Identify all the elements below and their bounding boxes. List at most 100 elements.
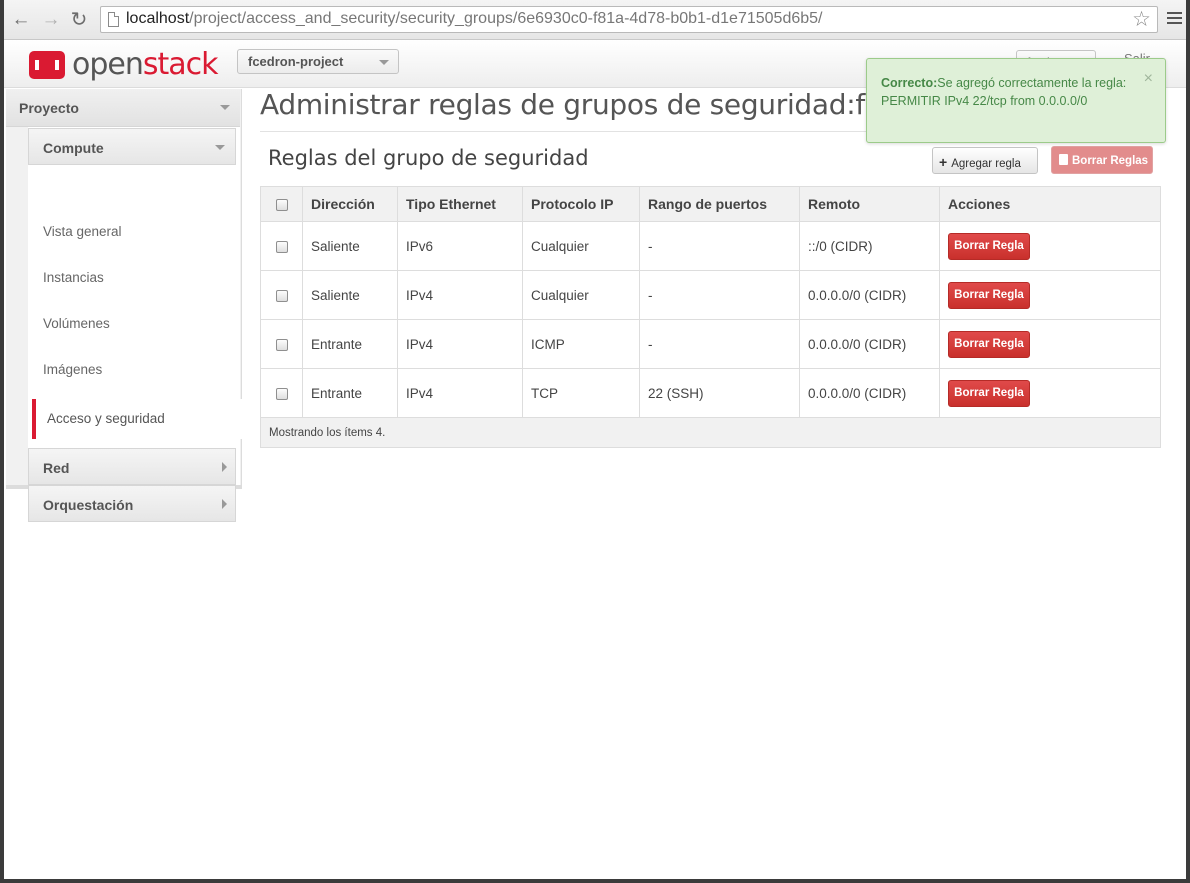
url-path: /project/access_and_security/security_gr… <box>189 10 823 27</box>
cell-direction: Entrante <box>302 319 398 369</box>
cell-actions: Borrar Regla <box>939 221 1161 271</box>
chevron-right-icon <box>222 499 227 509</box>
delete-rule-button[interactable]: Borrar Regla <box>948 232 1030 260</box>
column-header-rango-puertos[interactable]: Rango de puertos <box>639 186 800 222</box>
section-title: Reglas del grupo de seguridad <box>268 146 589 170</box>
cell-direction: Saliente <box>302 270 398 320</box>
cell-ethertype: IPv4 <box>397 368 523 418</box>
select-all-cell <box>260 186 303 222</box>
cell-remote: ::/0 (CIDR) <box>799 221 940 271</box>
sidebar-group-label: Compute <box>43 140 104 156</box>
cell-remote: 0.0.0.0/0 (CIDR) <box>799 368 940 418</box>
delete-rule-button[interactable]: Borrar Regla <box>948 330 1030 358</box>
column-header-protocolo[interactable]: Protocolo IP <box>522 186 640 222</box>
sidebar-item-vista-general[interactable]: Vista general <box>43 224 122 239</box>
openstack-logo-text[interactable]: openstack <box>72 47 219 82</box>
sidebar-section-label: Red <box>43 460 70 476</box>
sidebar-section-red[interactable]: Red <box>28 448 236 485</box>
chevron-right-icon <box>222 462 227 472</box>
page-icon <box>108 12 119 27</box>
browser-toolbar: ← → ↻ localhost/project/access_and_secur… <box>4 0 1186 40</box>
forward-arrow-icon[interactable]: → <box>40 9 62 31</box>
sidebar-item-volumenes[interactable]: Volúmenes <box>43 316 110 331</box>
chevron-down-icon <box>215 145 225 150</box>
add-rule-button[interactable]: + Agregar regla <box>932 147 1038 174</box>
delete-rules-button[interactable]: Borrar Reglas <box>1051 146 1153 174</box>
row-select-cell <box>260 270 303 320</box>
sidebar-panel-label: Proyecto <box>19 100 79 116</box>
cell-direction: Saliente <box>302 221 398 271</box>
page-title: Administrar reglas de grupos de segurida… <box>260 88 960 121</box>
row-select-cell <box>260 319 303 369</box>
cell-ethertype: IPv4 <box>397 270 523 320</box>
cell-remote: 0.0.0.0/0 (CIDR) <box>799 319 940 369</box>
cell-actions: Borrar Regla <box>939 368 1161 418</box>
sidebar-item-acceso-seguridad[interactable]: Acceso y seguridad <box>32 399 244 439</box>
column-header-acciones: Acciones <box>939 186 1161 222</box>
table-row: Entrante IPv4 ICMP - 0.0.0.0/0 (CIDR) Bo… <box>260 319 1161 369</box>
address-bar[interactable]: localhost/project/access_and_security/se… <box>100 6 1158 33</box>
cell-port-range: - <box>639 319 800 369</box>
bookmark-star-icon[interactable]: ☆ <box>1132 8 1151 32</box>
sidebar: Proyecto Compute Vista general Instancia… <box>6 89 244 522</box>
cell-protocol: Cualquier <box>522 270 640 320</box>
delete-rule-button[interactable]: Borrar Regla <box>948 379 1030 407</box>
success-alert: Correcto:Se agregó correctamente la regl… <box>866 58 1166 143</box>
openstack-logo-icon[interactable] <box>28 50 66 80</box>
select-all-checkbox[interactable] <box>275 199 288 212</box>
cell-ethertype: IPv4 <box>397 319 523 369</box>
add-rule-label: Agregar regla <box>951 158 1021 170</box>
project-selector[interactable]: fcedron-project <box>237 49 399 74</box>
close-icon[interactable]: × <box>1144 71 1153 87</box>
cell-port-range: 22 (SSH) <box>639 368 800 418</box>
chevron-down-icon <box>379 60 389 65</box>
cell-actions: Borrar Regla <box>939 319 1161 369</box>
column-header-direccion[interactable]: Dirección <box>302 186 398 222</box>
cell-protocol: TCP <box>522 368 640 418</box>
logo-text-open: open <box>72 47 144 82</box>
row-checkbox[interactable] <box>275 387 288 400</box>
row-checkbox[interactable] <box>275 240 288 253</box>
table-row: Entrante IPv4 TCP 22 (SSH) 0.0.0.0/0 (CI… <box>260 368 1161 418</box>
row-checkbox[interactable] <box>275 289 288 302</box>
chevron-down-icon <box>220 105 230 110</box>
plus-icon: + <box>939 154 948 170</box>
column-header-tipo-ethernet[interactable]: Tipo Ethernet <box>397 186 523 222</box>
sidebar-group-compute[interactable]: Compute <box>28 128 236 165</box>
cell-ethertype: IPv6 <box>397 221 523 271</box>
delete-rule-button[interactable]: Borrar Regla <box>948 281 1030 309</box>
sidebar-item-instancias[interactable]: Instancias <box>43 270 104 285</box>
table-header-row: Dirección Tipo Ethernet Protocolo IP Ran… <box>260 186 1161 222</box>
delete-rules-label: Borrar Reglas <box>1072 155 1149 167</box>
cell-protocol: ICMP <box>522 319 640 369</box>
cell-direction: Entrante <box>302 368 398 418</box>
browser-menu-icon[interactable] <box>1167 12 1182 26</box>
alert-title: Correcto: <box>881 76 938 90</box>
browser-window: ← → ↻ localhost/project/access_and_secur… <box>4 0 1186 879</box>
cell-actions: Borrar Regla <box>939 270 1161 320</box>
url-text[interactable]: localhost/project/access_and_security/se… <box>126 10 822 28</box>
table-footer-count: Mostrando los ítems 4. <box>260 417 1161 448</box>
title-divider <box>260 131 872 132</box>
back-arrow-icon[interactable]: ← <box>10 9 32 31</box>
sidebar-panel-proyecto[interactable]: Proyecto <box>6 89 240 127</box>
row-select-cell <box>260 221 303 271</box>
sidebar-item-imagenes[interactable]: Imágenes <box>43 362 102 377</box>
cell-port-range: - <box>639 221 800 271</box>
logo-text-stack: stack <box>142 47 219 82</box>
cell-protocol: Cualquier <box>522 221 640 271</box>
table-row: Saliente IPv4 Cualquier - 0.0.0.0/0 (CID… <box>260 270 1161 320</box>
row-checkbox[interactable] <box>275 338 288 351</box>
rules-table: Dirección Tipo Ethernet Protocolo IP Ran… <box>260 186 1161 448</box>
reload-icon[interactable]: ↻ <box>68 9 90 31</box>
trash-icon <box>1059 154 1068 165</box>
sidebar-group: Compute Vista general Instancias Volúmen… <box>28 127 244 522</box>
project-name: fcedron-project <box>248 54 344 69</box>
sidebar-section-orquestacion[interactable]: Orquestación <box>28 485 236 522</box>
url-host: localhost <box>126 10 190 27</box>
row-select-cell <box>260 368 303 418</box>
column-header-remoto[interactable]: Remoto <box>799 186 940 222</box>
table-row: Saliente IPv6 Cualquier - ::/0 (CIDR) Bo… <box>260 221 1161 271</box>
cell-port-range: - <box>639 270 800 320</box>
table-footer-row: Mostrando los ítems 4. <box>260 417 1161 448</box>
